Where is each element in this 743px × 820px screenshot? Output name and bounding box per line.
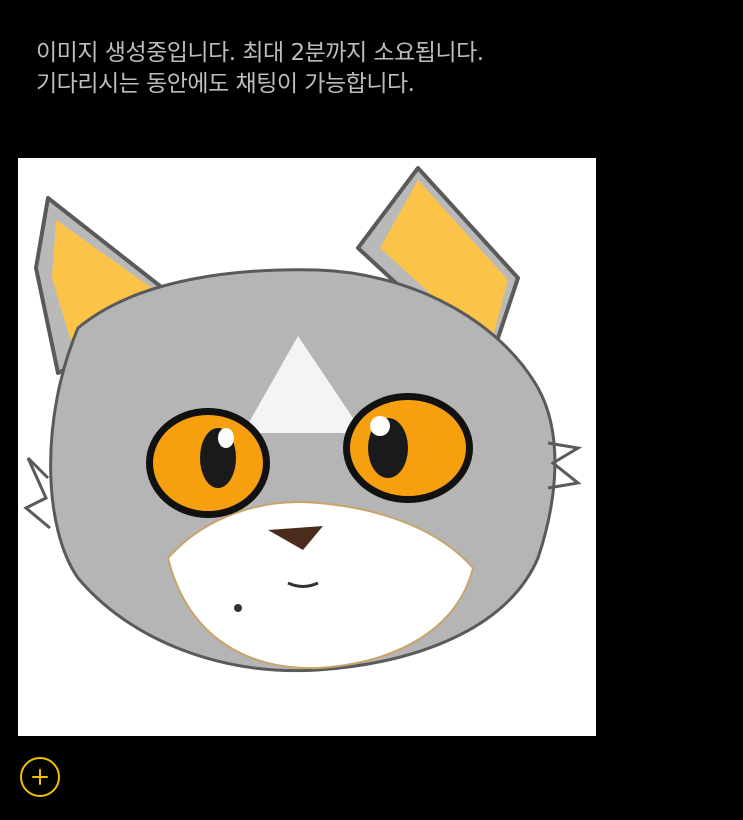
status-line-generating: 이미지 생성중입니다. 최대 2분까지 소요됩니다. bbox=[36, 40, 484, 66]
status-line-chat-available: 기다리시는 동안에도 채팅이 가능합니다. bbox=[36, 71, 415, 97]
plus-icon bbox=[32, 769, 48, 785]
cat-right-eye bbox=[343, 393, 473, 503]
status-message: 이미지 생성중입니다. 최대 2분까지 소요됩니다. 기다리시는 동안에도 채팅… bbox=[36, 38, 696, 100]
generated-image[interactable] bbox=[18, 158, 596, 736]
cat-left-eye bbox=[146, 408, 270, 518]
cat-illustration bbox=[23, 166, 583, 673]
add-button[interactable] bbox=[20, 757, 60, 797]
